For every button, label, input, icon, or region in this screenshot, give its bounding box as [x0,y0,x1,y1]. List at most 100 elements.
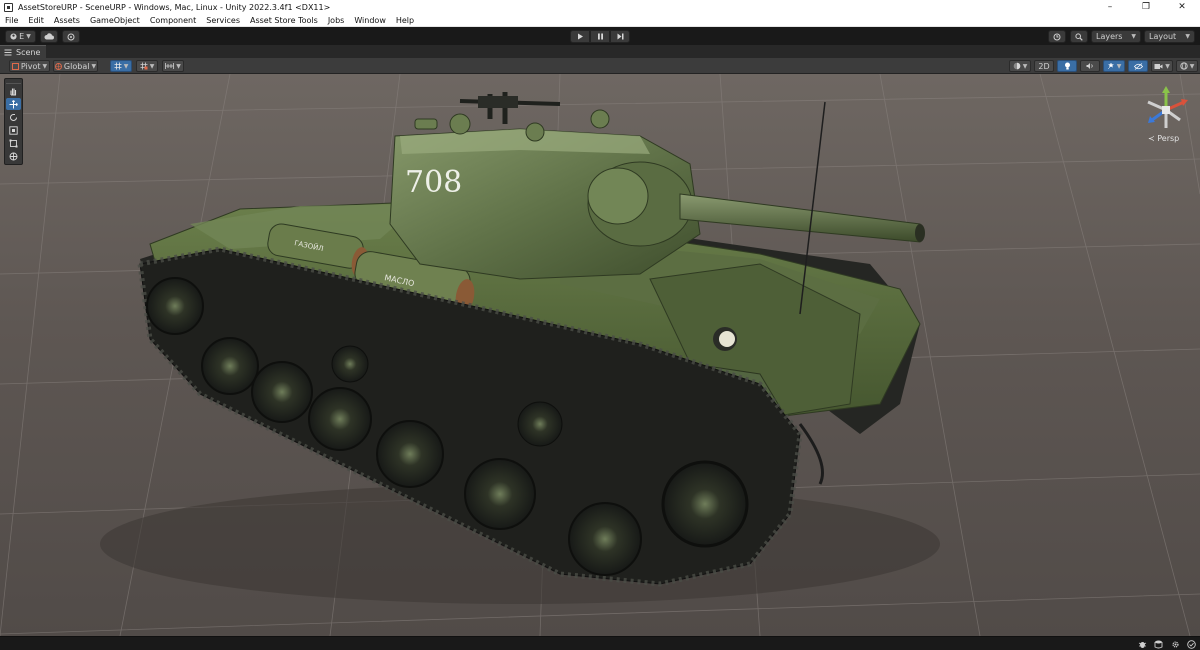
transform-icon [9,152,18,160]
status-bar [0,636,1200,650]
chevron-down-icon: ▼ [1131,33,1136,40]
layers-dropdown[interactable]: Layers ▼ [1091,30,1141,43]
play-button[interactable] [570,30,590,43]
close-button[interactable]: ✕ [1164,0,1200,14]
rect-tool[interactable] [6,137,21,149]
projection-toggle[interactable]: ≺ Persp [1148,134,1179,143]
grid-visibility-button[interactable]: ▼ [110,60,132,72]
menu-assets[interactable]: Assets [49,14,85,27]
step-button[interactable] [610,30,630,43]
global-dropdown[interactable]: Global ▼ [53,60,98,72]
palette-grip[interactable] [6,80,21,84]
scale-tool[interactable] [6,124,21,136]
collab-button[interactable] [62,30,80,43]
camera-icon [1154,63,1163,69]
gear-icon[interactable] [1170,639,1181,649]
snap-grid-icon [140,62,148,70]
bug-icon[interactable] [1137,639,1148,649]
chevron-down-icon: ▼ [91,62,97,70]
increment-snapping-button[interactable]: ▼ [162,60,184,72]
tool-palette [4,78,23,165]
persp-label-text: Persp [1157,134,1180,143]
scene-viewport[interactable]: ГАЗОЙЛ МАСЛО 708 ≺ Persp [0,74,1200,636]
menu-services[interactable]: Services [201,14,245,27]
lighting-toggle-button[interactable] [1057,60,1077,72]
menu-asset-store-tools[interactable]: Asset Store Tools [245,14,323,27]
cache-icon[interactable] [1153,639,1164,649]
rotate-icon [10,113,17,121]
globe-icon [54,62,62,70]
chevron-down-icon: ▼ [1165,62,1170,70]
persp-icon: ≺ [1148,134,1155,143]
scene-tab-label: Scene [16,47,41,57]
chevron-down-icon: ▼ [1185,33,1190,40]
chevron-down-icon: ▼ [149,62,155,70]
orientation-gizmo[interactable] [1136,80,1196,140]
chevron-down-icon: ▼ [1189,62,1195,70]
menu-component[interactable]: Component [145,14,201,27]
window-title: AssetStoreURP - SceneURP - Windows, Mac,… [18,2,331,12]
chevron-down-icon: ▼ [26,33,31,40]
move-icon [9,99,18,108]
menu-file[interactable]: File [0,14,23,27]
pivot-icon [11,62,19,70]
eye-slash-icon [1133,62,1143,70]
menu-jobs[interactable]: Jobs [323,14,350,27]
check-icon[interactable] [1186,639,1197,649]
scene-visibility-button[interactable] [1128,60,1148,72]
gizmo-globe-icon [1180,62,1188,70]
pivot-label: Pivot [20,61,41,71]
collab-icon [67,33,75,40]
minimize-button[interactable]: – [1092,0,1128,14]
chevron-down-icon: ▼ [176,62,181,70]
undo-history-button[interactable] [1048,30,1066,43]
play-controls [570,30,630,43]
cloud-button[interactable] [40,30,58,43]
2d-label: 2D [1038,61,1050,71]
tab-scene[interactable]: Scene [0,45,47,58]
cloud-icon [44,33,54,40]
chevron-down-icon: ▼ [1116,62,1122,70]
chevron-down-icon: ▼ [1022,62,1028,70]
pause-icon [597,33,603,40]
main-toolbar: E ▼ Layers ▼ Layout ▼ [0,27,1200,45]
menu-edit[interactable]: Edit [23,14,49,27]
menu-bar: File Edit Assets GameObject Component Se… [0,14,1200,27]
rect-icon [9,139,18,147]
effects-dropdown[interactable]: ▼ [1103,60,1125,72]
effects-icon [1107,62,1114,70]
gizmos-dropdown[interactable]: ▼ [1176,60,1198,72]
scale-icon [9,125,18,135]
layout-dropdown[interactable]: Layout ▼ [1144,30,1195,43]
move-tool[interactable] [6,98,21,110]
chevron-down-icon: ▼ [42,62,48,70]
global-label: Global [63,61,90,71]
turret-number: 708 [405,165,462,200]
search-button[interactable] [1070,30,1088,43]
rotate-tool[interactable] [6,111,21,123]
hand-icon [10,88,17,96]
play-icon [577,33,583,40]
audio-icon [1086,63,1093,69]
account-dropdown[interactable]: E ▼ [5,30,36,43]
turret: 708 [389,92,925,280]
scene-render: ГАЗОЙЛ МАСЛО 708 [0,74,1200,636]
unity-logo-icon [4,2,13,12]
menu-window[interactable]: Window [349,14,391,27]
pivot-dropdown[interactable]: Pivot ▼ [9,60,50,72]
transform-tool[interactable] [6,150,21,162]
restore-button[interactable]: ❐ [1128,0,1164,14]
grid-snapping-button[interactable]: ▼ [136,60,158,72]
2d-toggle-button[interactable]: 2D [1034,60,1054,72]
camera-dropdown[interactable]: ▼ [1151,60,1173,72]
pause-button[interactable] [590,30,610,43]
layout-label: Layout [1149,32,1177,41]
hand-tool[interactable] [6,85,21,97]
draw-mode-dropdown[interactable]: ▼ [1009,60,1031,72]
menu-gameobject[interactable]: GameObject [85,14,145,27]
window-controls: – ❐ ✕ [1092,0,1200,14]
account-label: E [19,32,25,41]
audio-toggle-button[interactable] [1080,60,1100,72]
grid-icon [114,62,122,70]
menu-help[interactable]: Help [391,14,419,27]
